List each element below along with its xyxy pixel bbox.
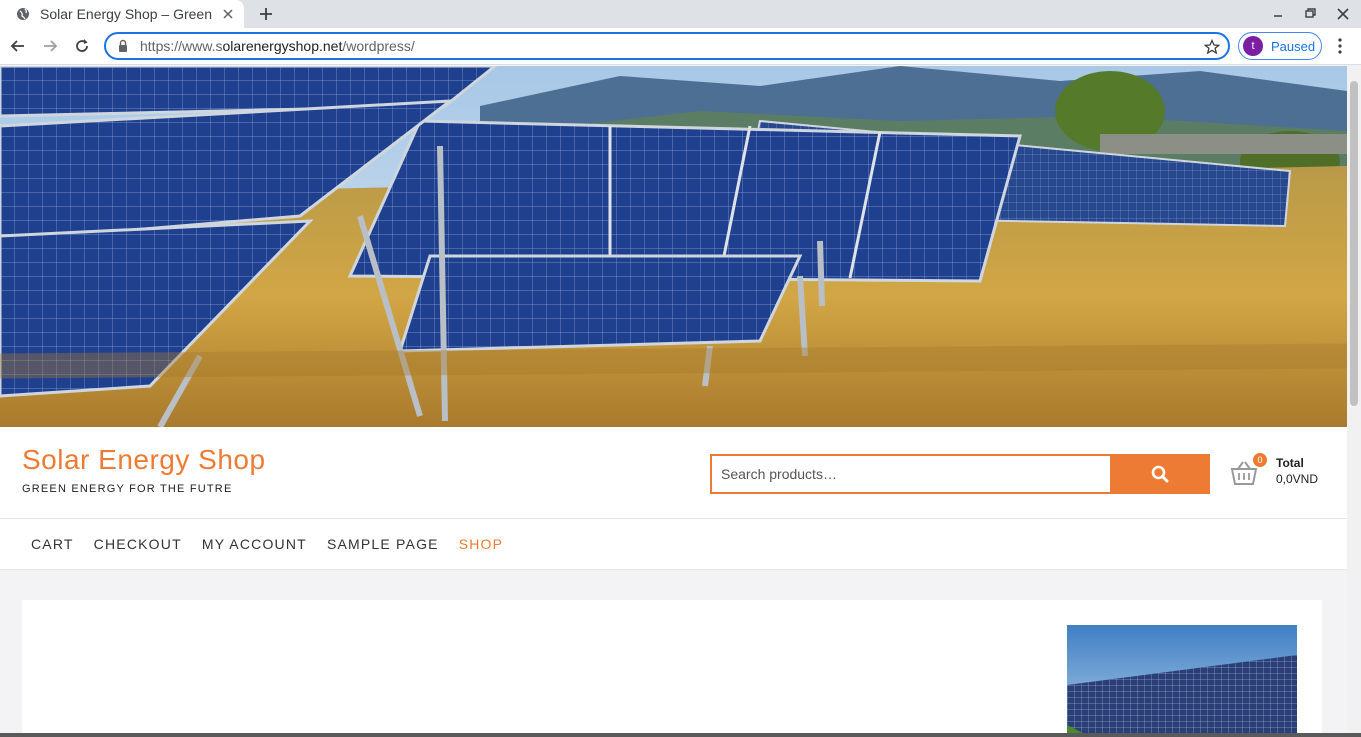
lock-icon [119, 39, 127, 52]
address-bar[interactable]: https://www.solarenergyshop.net/wordpres… [104, 32, 1230, 60]
tab-title: Solar Energy Shop – Green Energy for the… [40, 6, 216, 22]
globe-icon [17, 8, 29, 20]
close-icon[interactable] [220, 6, 236, 22]
kebab-menu-icon[interactable] [1332, 36, 1348, 56]
main-content [22, 600, 1322, 737]
browser-toolbar: https://www.solarenergyshop.net/wordpres… [0, 28, 1361, 65]
url-text: https://www.solarenergyshop.net/wordpres… [140, 38, 415, 54]
product-search [710, 454, 1210, 494]
forward-arrow-icon[interactable] [40, 36, 60, 56]
plus-icon[interactable] [256, 4, 276, 24]
cart-count-badge: 0 [1253, 453, 1267, 467]
nav-item-shop[interactable]: SHOP [449, 536, 513, 552]
close-window-icon[interactable] [1333, 4, 1353, 24]
nav-item-cart[interactable]: CART [21, 536, 84, 552]
taskbar-edge [0, 733, 1361, 737]
reload-icon[interactable] [72, 36, 92, 56]
cart-total-label: Total [1276, 456, 1304, 470]
profile-status: Paused [1271, 38, 1316, 54]
site-tagline: GREEN ENERGY FOR THE FUTRE [22, 483, 233, 495]
profile-button[interactable]: t Paused [1238, 32, 1322, 60]
search-button[interactable] [1110, 454, 1210, 494]
site-title[interactable]: Solar Energy Shop [22, 444, 266, 476]
page-viewport: Solar Energy Shop GREEN ENERGY FOR THE F… [0, 66, 1347, 737]
cart-total-value: 0,0VND [1276, 472, 1319, 486]
minimize-icon[interactable] [1268, 4, 1288, 24]
browser-tab[interactable]: Solar Energy Shop – Green Energy for the… [0, 0, 244, 28]
nav-item-my-account[interactable]: MY ACCOUNT [192, 536, 317, 552]
page-scrollbar[interactable] [1347, 66, 1361, 737]
product-thumbnail-image[interactable] [1067, 625, 1297, 737]
scrollbar-thumb[interactable] [1350, 81, 1358, 406]
hero-banner-image [0, 66, 1347, 427]
nav-item-sample-page[interactable]: SAMPLE PAGE [317, 536, 449, 552]
back-arrow-icon[interactable] [8, 36, 28, 56]
main-nav: CART CHECKOUT MY ACCOUNT SAMPLE PAGE SHO… [0, 519, 1347, 570]
star-icon[interactable] [1204, 39, 1220, 55]
nav-item-checkout[interactable]: CHECKOUT [84, 536, 192, 552]
restore-icon[interactable] [1300, 4, 1320, 24]
search-icon [1151, 465, 1169, 483]
site-header: Solar Energy Shop GREEN ENERGY FOR THE F… [0, 427, 1347, 519]
browser-tabstrip: Solar Energy Shop – Green Energy for the… [0, 0, 1361, 28]
search-input[interactable] [710, 454, 1111, 494]
avatar: t [1243, 36, 1263, 56]
